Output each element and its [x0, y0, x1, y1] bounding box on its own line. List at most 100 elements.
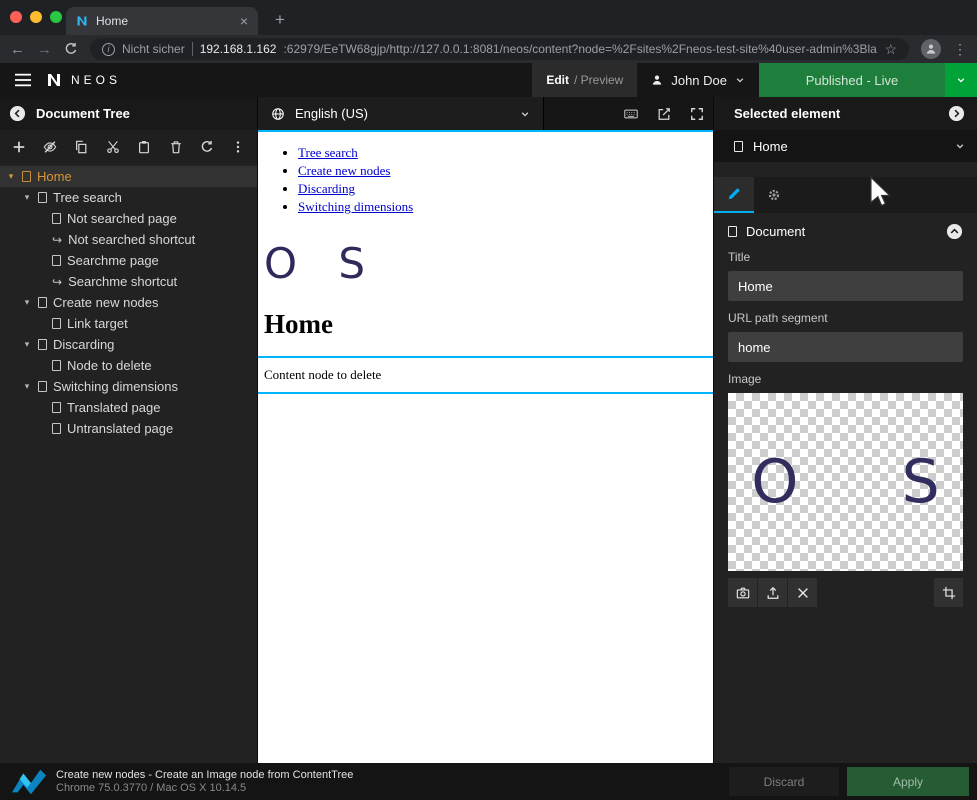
url-path-input[interactable]: [728, 332, 963, 362]
collapse-section-icon[interactable]: [946, 223, 963, 240]
media-browser-button[interactable]: [728, 578, 757, 607]
tree-more-menu-button[interactable]: [223, 130, 254, 163]
page-link[interactable]: Discarding: [298, 181, 355, 196]
document-icon: [734, 141, 743, 152]
tree-node-node-to-delete[interactable]: Node to delete: [0, 355, 257, 376]
flash-messages: Create new nodes - Create an Image node …: [56, 769, 353, 795]
bookmark-star-icon[interactable]: ☆: [884, 41, 897, 58]
delete-node-button[interactable]: [160, 130, 191, 163]
document-section-header[interactable]: Document: [728, 223, 963, 240]
user-menu[interactable]: John Doe: [637, 63, 759, 97]
browser-titlebar: Home × +: [0, 0, 977, 35]
tree-node-not-searched-shortcut[interactable]: ↪ Not searched shortcut: [0, 229, 257, 250]
tab-edit[interactable]: [714, 177, 754, 213]
apply-button[interactable]: Apply: [847, 767, 969, 796]
expand-toggle-icon[interactable]: ▾: [6, 171, 16, 182]
tree-node-link-target[interactable]: Link target: [0, 313, 257, 334]
keyboard-shortcuts-button[interactable]: [614, 97, 647, 130]
expand-toggle-icon[interactable]: ▾: [22, 339, 32, 350]
selected-content-node[interactable]: Content node to delete: [258, 356, 713, 394]
back-icon[interactable]: ←: [10, 42, 25, 57]
tree-node-label: Not searched shortcut: [68, 232, 195, 247]
person-icon: [925, 43, 937, 55]
language-globe-icon: [271, 107, 285, 121]
tree-node-switching-dimensions[interactable]: ▾ Switching dimensions: [0, 376, 257, 397]
tree-node-tree-search[interactable]: ▾ Tree search: [0, 187, 257, 208]
collapse-inspector-icon[interactable]: [948, 105, 965, 122]
browser-profile-avatar[interactable]: [921, 39, 941, 59]
tree-node-translated-page[interactable]: Translated page: [0, 397, 257, 418]
url-path-field-label: URL path segment: [728, 311, 963, 325]
cut-node-button[interactable]: [97, 130, 128, 163]
tree-node-discarding[interactable]: ▾ Discarding: [0, 334, 257, 355]
forward-icon[interactable]: →: [37, 42, 52, 57]
content-column: English (US) Tree search Create new node…: [258, 97, 714, 763]
remove-image-button[interactable]: [788, 578, 817, 607]
edit-preview-button[interactable]: Edit / Preview: [532, 63, 637, 97]
page-link[interactable]: Switching dimensions: [298, 199, 413, 214]
crop-icon: [942, 586, 956, 600]
neos-logo-icon: [46, 72, 62, 88]
upload-image-button[interactable]: [758, 578, 787, 607]
page-link-list: Tree search Create new nodes Discarding …: [258, 145, 713, 215]
paste-node-button[interactable]: [129, 130, 160, 163]
copy-node-button[interactable]: [66, 130, 97, 163]
tab-settings[interactable]: [754, 177, 794, 213]
publish-button[interactable]: Published - Live: [759, 63, 945, 97]
fullscreen-button[interactable]: [680, 97, 713, 130]
page-heading[interactable]: Home: [264, 309, 713, 340]
url-divider: [192, 42, 193, 56]
inspector-tabs: [714, 177, 977, 213]
browser-menu-icon[interactable]: ⋮: [953, 41, 967, 58]
tree-node-searchme-page[interactable]: Searchme page: [0, 250, 257, 271]
expand-toggle-icon[interactable]: ▾: [22, 297, 32, 308]
tree-node-untranslated-page[interactable]: Untranslated page: [0, 418, 257, 439]
brand-text: NEOS: [71, 73, 121, 87]
reload-icon[interactable]: [64, 42, 78, 56]
footer-actions: Discard Apply: [729, 767, 969, 796]
tree-node-create-new-nodes[interactable]: ▾ Create new nodes: [0, 292, 257, 313]
list-item: Tree search: [298, 145, 713, 161]
tree-node-label: Not searched page: [67, 211, 177, 226]
minimize-window-button[interactable]: [30, 11, 42, 23]
security-label: Nicht sicher: [122, 42, 185, 56]
zoom-window-button[interactable]: [50, 11, 62, 23]
tree-node-not-searched-page[interactable]: Not searched page: [0, 208, 257, 229]
browser-tab[interactable]: Home ×: [66, 7, 258, 35]
menu-toggle-button[interactable]: [0, 63, 46, 97]
selected-node-dropdown[interactable]: Home: [714, 130, 977, 162]
inspector-body: Document Title URL path segment Image O …: [714, 213, 977, 607]
new-tab-button[interactable]: +: [268, 8, 292, 32]
upload-icon: [766, 586, 780, 600]
title-input[interactable]: [728, 271, 963, 301]
crop-image-button[interactable]: [934, 578, 963, 607]
refresh-tree-button[interactable]: [191, 130, 222, 163]
user-icon: [651, 74, 663, 86]
list-item: Create new nodes: [298, 163, 713, 179]
expand-toggle-icon[interactable]: ▾: [22, 192, 32, 203]
open-in-new-window-button[interactable]: [647, 97, 680, 130]
site-info-icon[interactable]: i: [102, 43, 115, 56]
image-thumbnail[interactable]: O S: [728, 393, 963, 571]
discard-button[interactable]: Discard: [729, 767, 839, 796]
page-link[interactable]: Tree search: [298, 145, 358, 160]
hide-node-button[interactable]: [34, 130, 65, 163]
selected-node-label: Home: [753, 139, 788, 154]
page-link[interactable]: Create new nodes: [298, 163, 390, 178]
collapse-panel-icon[interactable]: [9, 105, 26, 122]
site-logo-image[interactable]: O S: [264, 243, 713, 285]
expand-toggle-icon[interactable]: ▾: [22, 381, 32, 392]
language-dimension-select[interactable]: English (US): [258, 97, 544, 130]
tree-panel-title: Document Tree: [36, 106, 130, 121]
browser-toolbar: ← → i Nicht sicher 192.168.1.162 :62979/…: [0, 35, 977, 63]
document-icon: [52, 318, 61, 329]
tree-node-searchme-shortcut[interactable]: ↪ Searchme shortcut: [0, 271, 257, 292]
tab-close-icon[interactable]: ×: [240, 14, 248, 28]
address-bar[interactable]: i Nicht sicher 192.168.1.162 :62979/EeTW…: [90, 38, 909, 60]
pencil-icon: [727, 187, 741, 201]
publish-dropdown-button[interactable]: [945, 63, 977, 97]
status-footer: Create new nodes - Create an Image node …: [0, 763, 977, 800]
tree-node-home[interactable]: ▾ Home: [0, 166, 257, 187]
add-node-button[interactable]: [3, 130, 34, 163]
close-window-button[interactable]: [10, 11, 22, 23]
